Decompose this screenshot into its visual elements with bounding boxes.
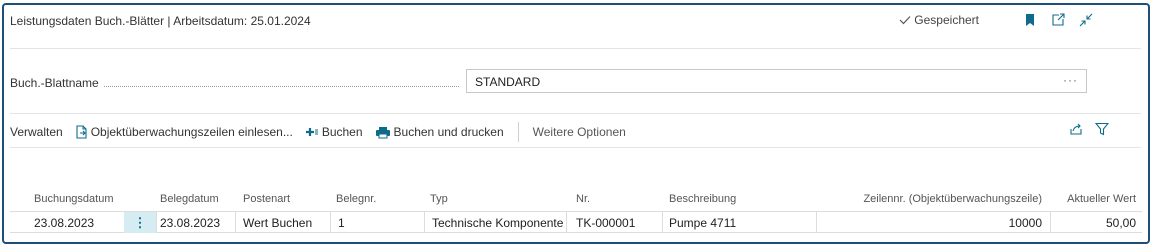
cell-divider [662, 212, 663, 233]
cell-divider [816, 212, 817, 233]
column-header-posting-date[interactable]: Buchungsdatum [34, 193, 114, 205]
collapse-icon[interactable] [1075, 10, 1097, 30]
column-header-no[interactable]: Nr. [576, 193, 590, 205]
post-and-print-label: Buchen und drucken [393, 125, 504, 139]
column-header-current-value[interactable]: Aktueller Wert [1064, 193, 1136, 205]
cell-divider [330, 212, 331, 233]
journal-name-value: STANDARD [475, 75, 541, 89]
cell-posting-date[interactable]: 23.08.2023 [34, 214, 94, 232]
page-title: Leistungsdaten Buch.-Blätter | Arbeitsda… [10, 14, 311, 28]
list-actions [1069, 122, 1109, 136]
cell-document-no[interactable]: 1 [338, 214, 345, 232]
header-actions: Gespeichert [899, 10, 1097, 30]
more-options-label: Weitere Optionen [532, 125, 626, 139]
post-plus-icon [305, 128, 318, 136]
post-button[interactable]: Buchen [305, 125, 363, 139]
row-actions-menu-button[interactable]: ⋮ [124, 212, 156, 233]
cell-divider [1050, 212, 1051, 233]
journal-name-label: Buch.-Blattname [10, 76, 99, 90]
column-header-description[interactable]: Beschreibung [669, 193, 736, 205]
load-lines-button[interactable]: Objektüberwachungszeilen einlesen... [75, 125, 293, 139]
divider [10, 147, 1141, 148]
document-import-icon [76, 125, 87, 139]
manage-label: Verwalten [10, 125, 63, 139]
action-separator [517, 122, 519, 142]
open-new-window-icon[interactable] [1047, 10, 1069, 30]
post-label: Buchen [321, 125, 363, 139]
cell-description[interactable]: Pumpe 4711 [669, 214, 736, 232]
cell-current-value[interactable]: 50,00 [1060, 214, 1136, 232]
cell-type[interactable]: Technische Komponente [432, 214, 563, 232]
bookmark-icon[interactable] [1019, 10, 1041, 30]
column-header-entry-type[interactable]: Postenart [243, 193, 290, 205]
divider [10, 113, 1141, 114]
cell-no[interactable]: TK-000001 [576, 214, 635, 232]
post-and-print-button[interactable]: Buchen und drucken [375, 125, 504, 139]
field-leader-dots [104, 76, 459, 87]
share-icon[interactable] [1069, 122, 1083, 136]
action-bar: Verwalten Objektüberwachungszeilen einle… [10, 121, 638, 143]
manage-button[interactable]: Verwalten [10, 125, 63, 139]
column-header-line-no[interactable]: Zeilennr. (Objektüberwachungszeile) [848, 193, 1042, 205]
cell-divider [566, 212, 567, 233]
column-header-document-date[interactable]: Belegdatum [160, 193, 219, 205]
printer-icon [375, 126, 390, 138]
more-options-button[interactable]: Weitere Optionen [533, 125, 626, 139]
cell-divider [156, 212, 157, 233]
cell-divider [424, 212, 425, 233]
saved-status: Gespeichert [899, 13, 979, 27]
vertical-ellipsis-icon: ⋮ [133, 214, 147, 230]
cell-divider [235, 212, 236, 233]
load-lines-label: Objektüberwachungszeilen einlesen... [90, 125, 293, 139]
cell-line-no[interactable]: 10000 [848, 214, 1042, 232]
column-header-type[interactable]: Typ [430, 193, 448, 205]
cell-entry-type[interactable]: Wert Buchen [243, 214, 312, 232]
column-header-document-no[interactable]: Belegnr. [336, 193, 376, 205]
journal-name-field[interactable]: STANDARD ··· [466, 69, 1087, 93]
saved-label: Gespeichert [914, 13, 979, 27]
divider [10, 48, 1141, 49]
cell-document-date[interactable]: 23.08.2023 [160, 214, 220, 232]
lookup-more-button[interactable]: ··· [1063, 73, 1078, 87]
checkmark-icon [899, 16, 911, 25]
filter-icon[interactable] [1095, 122, 1109, 136]
